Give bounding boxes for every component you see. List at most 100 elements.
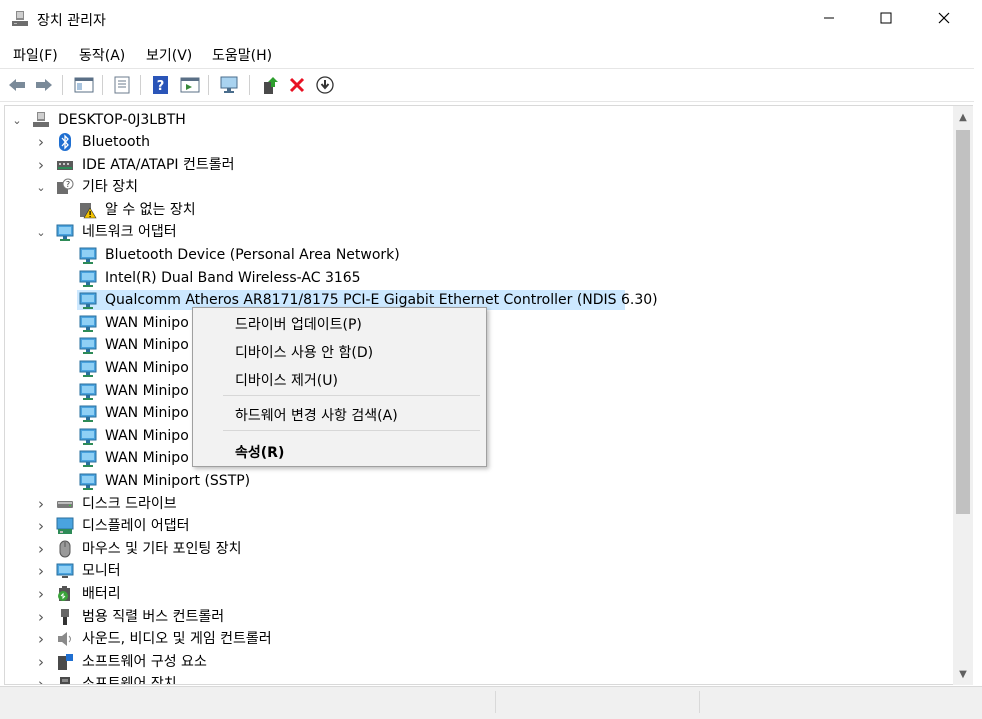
- network-adapter-icon: [79, 314, 97, 332]
- close-button[interactable]: [915, 0, 973, 40]
- battery-icon: [56, 585, 74, 603]
- tree-row[interactable]: › 소프트웨어 구성 요소: [5, 651, 945, 673]
- chevron-right-icon[interactable]: ›: [35, 585, 47, 603]
- toolbar-separator: [208, 75, 209, 95]
- toolbar-separator: [140, 75, 141, 95]
- tree-row[interactable]: › 범용 직렬 버스 컨트롤러: [5, 606, 945, 628]
- tree-item-label: WAN Minipo: [105, 314, 189, 331]
- device-manager-window: 장치 관리자 파일(F) 동작(A) 보기(V) 도움말(H) ? ⌄ DESK…: [0, 0, 982, 719]
- disk-drive-icon: [56, 495, 74, 513]
- bluetooth-icon: [56, 133, 74, 151]
- window-right-edge: [974, 40, 982, 686]
- chevron-right-icon[interactable]: ›: [35, 630, 47, 648]
- scroll-down-icon[interactable]: ▼: [953, 665, 973, 683]
- network-adapter-icon: [79, 382, 97, 400]
- chevron-right-icon[interactable]: ›: [35, 133, 47, 151]
- context-scan-hardware[interactable]: 하드웨어 변경 사항 검색(A): [235, 405, 398, 425]
- chevron-right-icon[interactable]: ›: [35, 156, 47, 174]
- uninstall-device-icon[interactable]: [286, 74, 308, 96]
- tree-row[interactable]: › 소프트웨어 장치: [5, 673, 945, 684]
- tree-row[interactable]: Intel(R) Dual Band Wireless-AC 3165: [5, 267, 945, 289]
- back-arrow-icon[interactable]: [6, 74, 28, 96]
- network-adapter-icon: [79, 291, 97, 310]
- tree-row[interactable]: › 모니터: [5, 560, 945, 582]
- menu-view[interactable]: 보기(V): [146, 45, 192, 65]
- mouse-icon: [56, 540, 74, 558]
- toolbar-separator: [102, 75, 103, 95]
- tree-item-label: WAN Minipo: [105, 450, 189, 467]
- context-properties[interactable]: 속성(R): [235, 442, 284, 462]
- close-icon: [938, 12, 950, 28]
- toolbar: ?: [0, 68, 982, 102]
- chevron-right-icon[interactable]: ›: [35, 540, 47, 558]
- context-update-driver[interactable]: 드라이버 업데이트(P): [235, 314, 362, 334]
- network-adapter-icon: [56, 223, 74, 242]
- disable-device-icon[interactable]: [314, 74, 336, 96]
- chevron-right-icon[interactable]: ›: [35, 675, 47, 684]
- help-icon[interactable]: ?: [150, 74, 172, 96]
- tree-row[interactable]: 알 수 없는 장치: [5, 199, 945, 221]
- network-adapter-icon: [79, 427, 97, 445]
- minimize-button[interactable]: [800, 0, 858, 40]
- forward-arrow-icon[interactable]: [33, 74, 55, 96]
- context-menu: 드라이버 업데이트(P) 디바이스 사용 안 함(D) 디바이스 제거(U) 하…: [192, 307, 487, 467]
- tree-row[interactable]: › 마우스 및 기타 포인팅 장치: [5, 538, 945, 560]
- chevron-right-icon[interactable]: ›: [35, 495, 47, 513]
- tree-row[interactable]: › Bluetooth: [5, 131, 945, 153]
- maximize-button[interactable]: [857, 0, 915, 40]
- network-adapter-icon: [79, 404, 97, 423]
- chevron-right-icon[interactable]: ›: [35, 653, 47, 671]
- unknown-device-warning-icon: [79, 201, 97, 219]
- action-pane-icon[interactable]: [179, 74, 201, 96]
- tree-row[interactable]: › 사운드, 비디오 및 게임 컨트롤러: [5, 628, 945, 650]
- device-manager-app-icon: [11, 10, 29, 28]
- scroll-up-icon[interactable]: ▲: [953, 108, 973, 126]
- tree-item-label: 알 수 없는 장치: [105, 201, 196, 218]
- tree-item-label: 마우스 및 기타 포인팅 장치: [82, 540, 242, 557]
- context-uninstall-device[interactable]: 디바이스 제거(U): [235, 370, 338, 390]
- menu-file[interactable]: 파일(F): [13, 45, 58, 65]
- chevron-down-icon[interactable]: ⌄: [11, 112, 23, 128]
- tree-item-label: 사운드, 비디오 및 게임 컨트롤러: [82, 631, 272, 648]
- show-hide-console-tree-icon[interactable]: [73, 74, 95, 96]
- tree-row[interactable]: › 디스크 드라이브: [5, 493, 945, 515]
- chevron-right-icon[interactable]: ›: [35, 517, 47, 535]
- tree-item-label: WAN Minipo: [105, 360, 189, 376]
- update-driver-icon[interactable]: [259, 74, 281, 96]
- minimize-icon: [823, 12, 835, 28]
- status-cell: [699, 691, 969, 713]
- usb-controller-icon: [56, 608, 74, 626]
- menu-bar: 파일(F) 동작(A) 보기(V) 도움말(H): [0, 40, 982, 68]
- tree-row[interactable]: ⌄ 네트워크 어댑터: [5, 221, 945, 243]
- status-cell: [495, 691, 699, 713]
- properties-icon[interactable]: [111, 74, 133, 96]
- tree-row[interactable]: Bluetooth Device (Personal Area Network): [5, 244, 945, 266]
- tree-row[interactable]: › 디스플레이 어댑터: [5, 515, 945, 537]
- menu-help[interactable]: 도움말(H): [212, 45, 272, 65]
- tree-item-label: WAN Minipo: [105, 405, 189, 422]
- chevron-right-icon[interactable]: ›: [35, 608, 47, 626]
- chevron-down-icon[interactable]: ⌄: [35, 179, 47, 195]
- menu-action[interactable]: 동작(A): [79, 45, 125, 65]
- vertical-scrollbar[interactable]: ▲ ▼: [953, 105, 973, 685]
- software-component-icon: [56, 653, 74, 671]
- tree-row[interactable]: › IDE ATA/ATAPI 컨트롤러: [5, 154, 945, 176]
- network-adapter-icon: [79, 246, 97, 264]
- tree-row[interactable]: WAN Miniport (SSTP): [5, 470, 945, 492]
- tree-row[interactable]: › 배터리: [5, 583, 945, 605]
- maximize-icon: [880, 12, 892, 28]
- window-title: 장치 관리자: [37, 13, 106, 29]
- tree-item-label: Bluetooth Device (Personal Area Network): [105, 247, 400, 263]
- scan-hardware-icon[interactable]: [219, 74, 241, 96]
- chevron-right-icon[interactable]: ›: [35, 562, 47, 580]
- tree-item-label: 디스크 드라이브: [82, 495, 177, 512]
- title-bar[interactable]: 장치 관리자: [0, 0, 982, 40]
- display-adapter-icon: [56, 517, 74, 535]
- computer-icon: [32, 111, 50, 129]
- tree-root-row[interactable]: ⌄ DESKTOP-0J3LBTH: [5, 109, 945, 131]
- tree-row[interactable]: ⌄? 기타 장치: [5, 176, 945, 198]
- context-disable-device[interactable]: 디바이스 사용 안 함(D): [235, 342, 373, 362]
- tree-item-label: WAN Minipo: [105, 382, 189, 399]
- chevron-down-icon[interactable]: ⌄: [35, 224, 47, 240]
- scrollbar-thumb[interactable]: [956, 130, 970, 514]
